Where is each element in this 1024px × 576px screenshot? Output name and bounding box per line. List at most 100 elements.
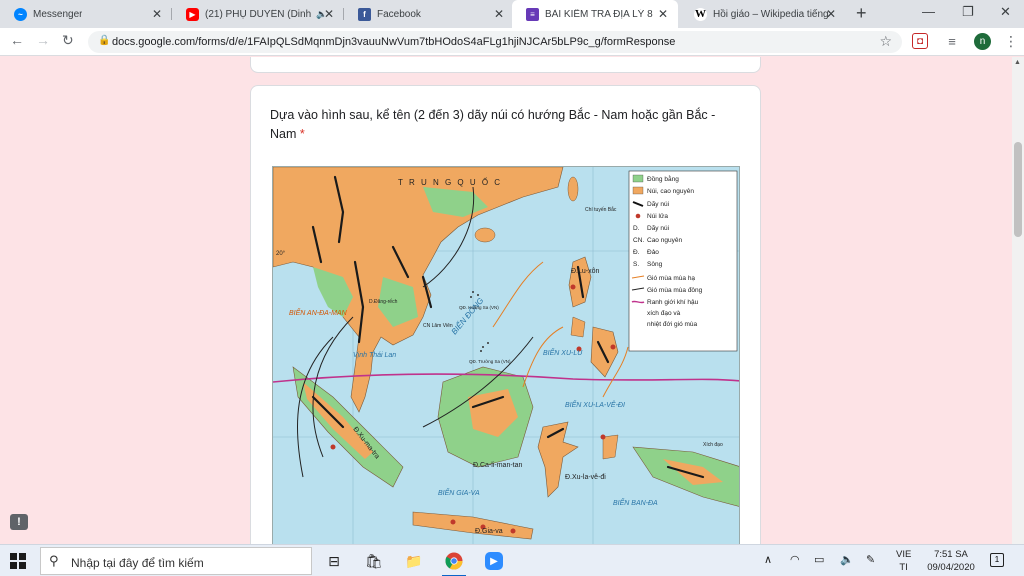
- label-sulu-sea: BIỂN XU-LU: [543, 348, 583, 357]
- legend-item: Gió mùa mùa đông: [647, 287, 703, 294]
- tab-messenger[interactable]: ~ Messenger ✕: [0, 0, 172, 28]
- minimize-icon[interactable]: —: [922, 4, 935, 19]
- previous-question-card: [250, 57, 761, 73]
- tab-youtube[interactable]: ▶ (21) PHỤ DUYÊN (Dinh 🔈 ✕: [172, 0, 344, 28]
- action-center-icon[interactable]: 1: [990, 553, 1004, 567]
- messenger-icon: ~: [14, 7, 27, 21]
- legend-item: Núi, cao nguyên: [647, 188, 694, 195]
- clock-date: 09/04/2020: [927, 562, 975, 573]
- tab-title: Facebook: [377, 8, 421, 20]
- store-icon[interactable]: 🛍: [362, 549, 386, 573]
- wikipedia-icon: W: [694, 7, 707, 21]
- volcano-symbol: [635, 213, 641, 219]
- clock-time: 7:51 SA: [934, 549, 968, 560]
- forward-icon[interactable]: →: [36, 32, 50, 48]
- lang-sub: TI: [899, 562, 908, 573]
- mountain-swatch: [632, 186, 644, 195]
- search-placeholder: Nhập tại đây để tìm kiếm: [71, 556, 204, 570]
- label-kalimantan: Đ.Ca-li-man-tan: [473, 462, 523, 469]
- legend-symbol: S.: [633, 261, 639, 268]
- tab-google-forms[interactable]: ≡ BÀI KIỂM TRA ĐỊA LÝ 8 ✕: [512, 0, 678, 28]
- menu-kebab-icon[interactable]: ⋮: [1004, 33, 1018, 50]
- window-close-icon[interactable]: ✕: [1000, 4, 1011, 20]
- label-china: T R U N G Q U Ố C: [398, 177, 502, 187]
- report-problem-icon[interactable]: !: [10, 514, 28, 530]
- southeast-asia-map: T R U N G Q U Ố C Chí tuyến Bắc 20° BIỂN…: [273, 167, 739, 544]
- tab-title: Messenger: [33, 8, 83, 20]
- legend-item: Dãy núi: [647, 225, 669, 232]
- legend-item: Gió mùa mùa hạ: [647, 275, 695, 282]
- zoom-logo: ▶: [485, 552, 503, 570]
- search-icon: ⚲: [49, 553, 59, 568]
- file-explorer-icon[interactable]: 📁: [402, 549, 426, 573]
- bookmark-star-icon[interactable]: ☆: [879, 33, 892, 50]
- browser-toolbar: ← → ↻ 🔒 docs.google.com/forms/d/e/1FAIpQ…: [0, 28, 1024, 56]
- close-icon[interactable]: ✕: [152, 7, 162, 21]
- extension-shield-icon[interactable]: ◘: [912, 33, 928, 49]
- new-tab-icon[interactable]: +: [856, 3, 867, 24]
- windows-start-icon[interactable]: [10, 553, 26, 569]
- legend-symbol: Đ.: [633, 249, 640, 256]
- volume-icon[interactable]: 🔈: [840, 553, 854, 566]
- tab-wikipedia[interactable]: W Hồi giáo – Wikipedia tiếng ✕: [680, 0, 846, 28]
- url-text[interactable]: docs.google.com/forms/d/e/1FAIpQLSdMqnmD…: [112, 36, 675, 48]
- label-equator: Xích đạo: [703, 442, 723, 448]
- legend-item: Đảo: [647, 249, 659, 256]
- legend-item: Cao nguyên: [647, 237, 682, 244]
- legend-item: Núi lửa: [647, 212, 668, 220]
- pen-icon[interactable]: ✎: [866, 553, 875, 566]
- task-view-icon[interactable]: ⊟: [322, 549, 346, 573]
- question-image-map: T R U N G Q U Ố C Chí tuyến Bắc 20° BIỂN…: [272, 166, 740, 544]
- label-andaman-sea: BIỂN AN-ĐA-MAN: [289, 308, 348, 317]
- legend-item: nhiệt đới gió mùa: [647, 321, 698, 328]
- scroll-up-icon[interactable]: ▲: [1014, 59, 1021, 66]
- input-language[interactable]: VIE TI: [896, 548, 911, 574]
- page-scrollbar[interactable]: ▲: [1012, 57, 1024, 544]
- show-hidden-icons-icon[interactable]: ∧: [764, 553, 772, 566]
- close-icon[interactable]: ✕: [658, 7, 668, 21]
- label-latitude: 20°: [276, 251, 286, 257]
- restore-icon[interactable]: ❐: [962, 4, 974, 20]
- legend-item: Sông: [647, 261, 663, 268]
- windows-taskbar: ⚲ Nhập tại đây để tìm kiếm ⊟ 🛍 📁 ▶ ∧ ◠ ▭…: [0, 544, 1024, 576]
- label-java-sea: BIỂN GIA-VA: [438, 488, 480, 497]
- facebook-icon: f: [358, 7, 371, 21]
- chrome-icon[interactable]: [442, 549, 466, 576]
- hainan-island: [474, 227, 496, 243]
- zoom-icon[interactable]: ▶: [482, 549, 506, 573]
- legend-symbol: D.: [633, 225, 640, 232]
- system-clock[interactable]: 7:51 SA 09/04/2020: [922, 548, 980, 574]
- close-icon[interactable]: ✕: [826, 7, 836, 21]
- label-celebes-sea: BIỂN XU-LA-VÊ-ĐI: [565, 400, 625, 409]
- taskbar-search-box[interactable]: ⚲ Nhập tại đây để tìm kiếm: [40, 547, 312, 575]
- scroll-thumb[interactable]: [1014, 142, 1022, 237]
- close-icon[interactable]: ✕: [324, 7, 334, 21]
- reload-icon[interactable]: ↻: [62, 32, 74, 49]
- media-playlist-icon[interactable]: ≡: [944, 33, 960, 49]
- address-bar[interactable]: 🔒 docs.google.com/forms/d/e/1FAIpQLSdMqn…: [88, 31, 902, 53]
- close-icon[interactable]: ✕: [494, 7, 504, 21]
- battery-icon[interactable]: ▭: [814, 553, 824, 566]
- label-paracel: QĐ. Hoàng Sa (VN): [459, 305, 499, 310]
- tab-strip: ~ Messenger ✕ ▶ (21) PHỤ DUYÊN (Dinh 🔈 ✕…: [0, 0, 1024, 28]
- tab-title: (21) PHỤ DUYÊN (Dinh: [205, 8, 312, 20]
- profile-avatar[interactable]: n: [974, 33, 991, 50]
- legend-item: Đồng bằng: [647, 174, 679, 183]
- label-dangrek: D.Đăng-rếch: [369, 299, 398, 305]
- legend-item: Ranh giới khí hậu: [647, 299, 699, 306]
- legend-symbol: CN.: [633, 237, 644, 244]
- tab-title: Hồi giáo – Wikipedia tiếng: [713, 8, 829, 20]
- lang-code: VIE: [896, 549, 912, 560]
- lock-icon[interactable]: 🔒: [98, 35, 110, 46]
- label-banda-sea: BIỂN BAN-ĐA: [613, 498, 658, 507]
- tab-facebook[interactable]: f Facebook ✕: [344, 0, 514, 28]
- question-label: Dựa vào hình sau, kể tên (2 đến 3) dãy n…: [270, 108, 716, 141]
- wifi-icon[interactable]: ◠: [790, 553, 800, 566]
- back-icon[interactable]: ←: [10, 32, 24, 48]
- map-legend: Đồng bằng Núi, cao nguyên Dãy núi Núi lử…: [628, 170, 738, 352]
- form-page: Dựa vào hình sau, kể tên (2 đến 3) dãy n…: [0, 57, 1012, 544]
- question-card: Dựa vào hình sau, kể tên (2 đến 3) dãy n…: [250, 85, 761, 544]
- label-luzon: Đ.Lu-xôn: [571, 268, 600, 275]
- youtube-icon: ▶: [186, 7, 199, 21]
- label-java: Đ.Gia-va: [475, 528, 503, 535]
